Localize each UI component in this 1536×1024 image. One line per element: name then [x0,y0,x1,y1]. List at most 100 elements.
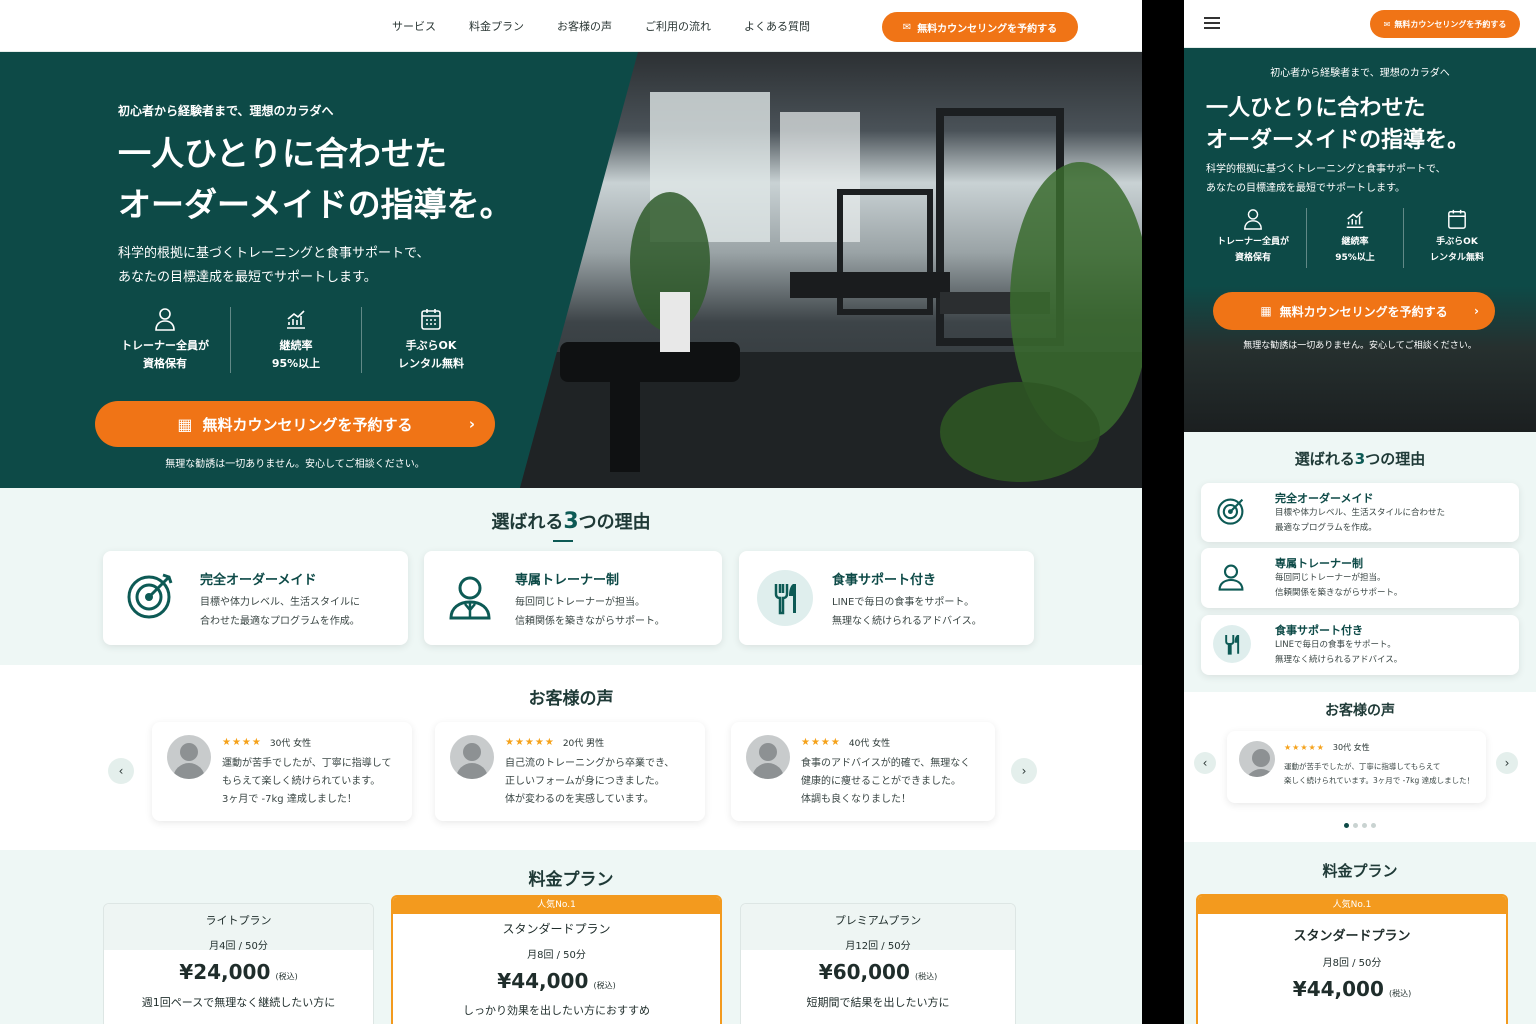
mobile-voices-title: お客様の声 [1325,703,1395,719]
carousel-dot[interactable] [1371,823,1376,828]
star-rating: ★★★★ [222,737,262,748]
reason-desc-line1: 目標や体力レベル、生活スタイルに合わせた [1275,508,1446,518]
nav-link-services[interactable]: サービス [392,18,436,34]
carousel-dot[interactable] [1353,823,1358,828]
testimonial-header: ★★★★ 40代 女性 [801,736,890,749]
carousel-next-button[interactable]: › [1496,752,1518,774]
testimonial-line1: 食事のアドバイスが的確で、無理なく [801,758,971,769]
person-icon [1200,208,1306,234]
hero-cta-label: 無料カウンセリングを予約する [202,415,413,434]
reason-desc-line1: 目標や体力レベル、生活スタイルに [200,597,360,608]
hamburger-menu-icon[interactable] [1204,17,1220,29]
carousel-dot[interactable] [1344,823,1349,828]
nav-link-faq[interactable]: よくある質問 [744,18,810,34]
testimonial-line2: もらえて楽しく続けられています。 [222,776,381,787]
customer-meta: 20代 男性 [562,739,605,749]
mobile-reason-card: 食事サポート付き LINEで毎日の食事をサポート。 無理なく続けられるアドバイス… [1201,615,1519,675]
chevron-right-icon: › [1474,304,1479,318]
calendar-icon: ▦ [1260,304,1272,318]
feature-rental: 手ぶらOK レンタル無料 [1404,208,1510,266]
reasons-title-pre: 選ばれる [491,512,564,533]
avatar [167,735,211,779]
testimonial-line3: 3ヶ月で -7kg 達成しました！ [222,794,357,805]
plan-tax: (税込) [593,981,616,990]
reason-card: 専属トレーナー制 毎回同じトレーナーが担当。 信頼関係を築きながらサポート。 [424,551,722,645]
mobile-header-cta-button[interactable]: ✉ 無料カウンセリングを予約する [1370,10,1520,38]
reasons-title-pre: 選ばれる [1294,450,1355,468]
plan-desc: 短期間で結果を出したい方に [806,996,950,1009]
mobile-header-cta-label: 無料カウンセリングを予約する [1394,19,1507,29]
gym-photo [520,52,1142,488]
plan-frequency: 月8回 / 50分 [527,950,586,961]
hero-eyebrow: 初心者から経験者まで、理想のカラダへ [118,104,334,118]
testimonial-line2: 楽しく続けられています。3ヶ月で -7kg 達成しました！ [1284,776,1475,785]
mobile-hero-cta-button[interactable]: ▦ 無料カウンセリングを予約する › [1213,292,1495,330]
hero-section: 初心者から経験者まで、理想のカラダへ 一人ひとりに合わせた オーダーメイドの指導… [0,52,1142,488]
hero-title-line2: オーダーメイドの指導を。 [118,185,513,224]
feature-retention: 継続率 95%以上 [1307,208,1403,266]
feature-rental-l2: レンタル無料 [1429,253,1484,263]
hero-cta-button[interactable]: ▦ 無料カウンセリングを予約する › [95,401,495,447]
nav-link-voices[interactable]: お客様の声 [557,18,612,34]
testimonial-card: ★★★★★ 20代 男性 自己流のトレーニングから卒業でき、 正しいフォームが身に… [435,722,705,821]
nav-link-flow[interactable]: ご利用の流れ [645,18,711,34]
reason-title: 専属トレーナー制 [1275,557,1363,570]
header-cta-label: 無料カウンセリングを予約する [917,23,1058,35]
reasons-title-num: 3 [1354,450,1366,468]
fork-knife-icon [1213,625,1251,663]
mobile-plan-card-standard[interactable]: 人気No.1 スタンダードプラン 月8回 / 50分 ¥44,000 (税込) [1196,894,1508,1024]
reason-desc-line2: 無理なく続けられるアドバイス。 [832,616,982,627]
plan-tax: (税込) [1388,989,1412,998]
testimonial-header: ★★★★★ 20代 男性 [505,736,604,749]
nav-links: サービス 料金プラン お客様の声 ご利用の流れ よくある質問 [392,0,810,52]
feature-rental-l2: レンタル無料 [398,357,464,370]
feature-rental-l1: 手ぶらOK [1436,237,1478,247]
reason-title: 完全オーダーメイド [200,573,317,588]
carousel-next-button[interactable]: › [1011,758,1037,784]
reason-desc-line1: 毎回同じトレーナーが担当。 [1275,573,1386,583]
reason-desc-line2: 合わせた最適なプログラムを作成。 [200,616,360,627]
feature-rental: 手ぶらOK レンタル無料 [362,307,500,373]
reason-title: 食事サポート付き [1275,624,1363,637]
plan-card-light[interactable]: ライトプラン 月4回 / 50分 ¥24,000 (税込) 週1回ペースで無理な… [103,903,374,1024]
testimonial-header: ★★★★ 30代 女性 [222,736,311,749]
star-rating: ★★★★★ [505,737,555,748]
mobile-hero: 初心者から経験者まで、理想のカラダへ 一人ひとりに合わせた オーダーメイドの指導… [1184,48,1536,432]
mobile-preview: ✉ 無料カウンセリングを予約する 初心者から経験者まで、理想のカラダへ 一人ひとり… [1184,0,1536,1024]
reasons-title-post: つの理由 [1365,450,1426,468]
plan-name: スタンダードプラン [1293,929,1411,944]
carousel-prev-button[interactable]: ‹ [1194,752,1216,774]
trainer-icon [444,571,496,623]
reason-title: 食事サポート付き [832,573,937,588]
reasons-title-num: 3 [563,509,579,534]
reasons-title-post: つの理由 [578,512,651,533]
header-cta-button[interactable]: ✉ 無料カウンセリングを予約する [882,12,1078,42]
star-rating: ★★★★ [801,737,841,748]
growth-chart-icon [1307,208,1403,234]
nav-link-pricing[interactable]: 料金プラン [469,18,524,34]
mobile-header: ✉ 無料カウンセリングを予約する [1184,0,1536,48]
feature-qualified: トレーナー全員が 資格保有 [1200,208,1306,266]
reason-card: 完全オーダーメイド 目標や体力レベル、生活スタイルに 合わせた最適なプログラムを… [103,551,408,645]
avatar [746,735,790,779]
feature-retention-l1: 継続率 [1341,237,1369,247]
reasons-title: 選ばれる3つの理由 [0,508,1142,534]
carousel-prev-button[interactable]: ‹ [108,758,134,784]
mobile-hero-features: トレーナー全員が 資格保有 継続率 95%以上 手ぶらOK レンタル無料 [1200,208,1520,274]
mobile-hero-eyebrow: 初心者から経験者まで、理想のカラダへ [1270,68,1450,79]
testimonial-line2: 正しいフォームが身につきました。 [505,776,665,787]
customer-meta: 30代 女性 [1332,743,1370,752]
hero-note: 無理な勧誘は一切ありません。安心してご相談ください。 [165,459,425,470]
testimonial-line1: 自己流のトレーニングから卒業でき、 [505,758,675,769]
target-icon [125,571,175,621]
plan-price-row: ¥24,000 (税込) [104,960,373,984]
feature-qualified-l1: トレーナー全員が [1216,237,1289,247]
avatar [1239,741,1275,777]
carousel-dot[interactable] [1362,823,1367,828]
trainer-icon [1215,560,1247,594]
plan-card-premium[interactable]: プレミアムプラン 月12回 / 50分 ¥60,000 (税込) 短期間で結果を… [740,903,1016,1024]
plan-card-standard[interactable]: 人気No.1 スタンダードプラン 月8回 / 50分 ¥44,000 (税込) … [391,895,722,1024]
desktop-preview: サービス 料金プラン お客様の声 ご利用の流れ よくある質問 ✉ 無料カウンセリン… [0,0,1142,1024]
gym-illustration [520,92,1142,488]
fork-knife-icon [757,570,813,626]
